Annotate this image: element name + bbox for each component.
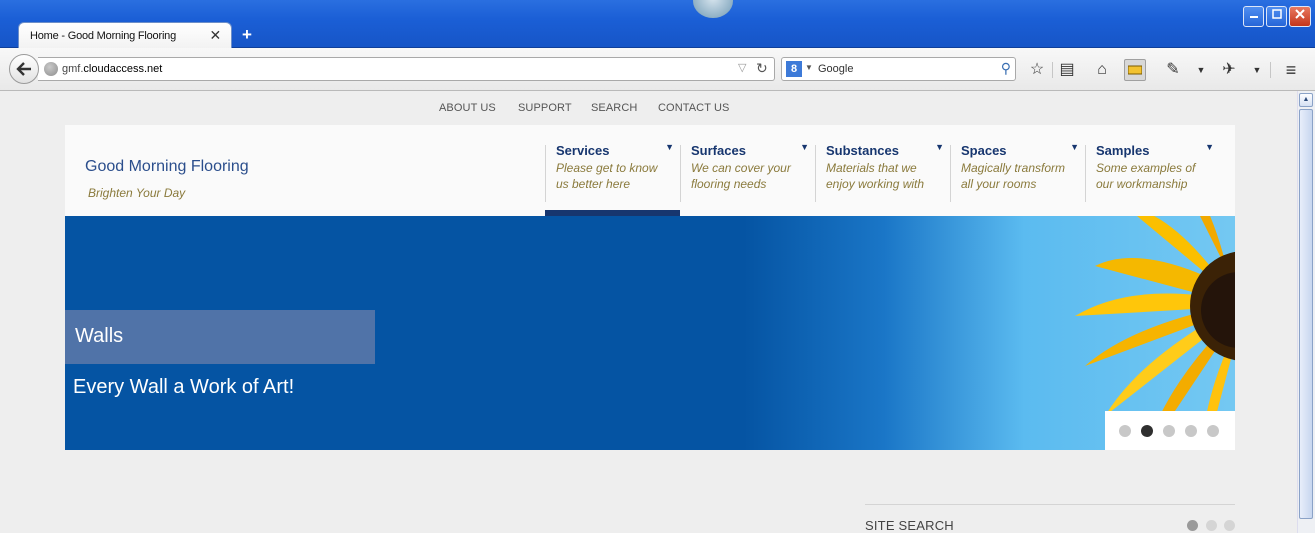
link-search[interactable]: SEARCH <box>591 102 637 114</box>
link-about-us[interactable]: ABOUT US <box>439 102 496 114</box>
nav-subtitle: flooring needs <box>691 177 767 191</box>
dropdown-arrow-icon: ▼ <box>935 142 944 152</box>
site-tagline: Brighten Your Day <box>88 186 186 200</box>
dropdown-icon-2[interactable]: ▼ <box>1246 59 1268 81</box>
minimize-button[interactable] <box>1243 6 1264 27</box>
nav-title: Substances <box>826 143 899 158</box>
sidebar-heading: SITE SEARCH <box>865 518 954 533</box>
maximize-button[interactable] <box>1266 6 1287 27</box>
nav-subtitle: Materials that we <box>826 161 917 175</box>
sidebar-dot-active[interactable] <box>1187 520 1198 531</box>
url-host: cloudaccess.net <box>83 63 163 75</box>
nav-subtitle: Magically transform <box>961 161 1066 175</box>
back-arrow-icon <box>16 62 31 76</box>
slide-dot[interactable] <box>1185 425 1197 437</box>
link-support[interactable]: SUPPORT <box>518 102 572 114</box>
toolbar-separator <box>1052 62 1053 78</box>
google-icon[interactable]: 8 <box>786 61 802 77</box>
url-prefix: gmf. <box>62 63 84 75</box>
maximize-icon <box>1271 9 1282 19</box>
browser-logo-icon <box>693 0 733 18</box>
globe-icon <box>44 62 58 76</box>
nav-item-services[interactable]: Services ▼ Please get to know us better … <box>545 142 680 202</box>
addon-icon[interactable]: ✈ <box>1218 59 1240 81</box>
close-icon <box>1295 9 1305 19</box>
tab-title: Home - Good Morning Flooring <box>30 30 177 42</box>
sidebar-dot[interactable] <box>1206 520 1217 531</box>
nav-title: Spaces <box>961 143 1007 158</box>
scroll-up-icon[interactable]: ▲ <box>1299 93 1313 107</box>
reload-icon[interactable]: ↻ <box>756 60 768 77</box>
nav-subtitle: Please get to know <box>556 161 658 175</box>
close-tab-icon[interactable]: ✕ <box>209 27 221 44</box>
browser-tab[interactable]: Home - Good Morning Flooring ✕ <box>18 22 232 49</box>
page-viewport: ABOUT US SUPPORT SEARCH CONTACT US Good … <box>0 91 1297 533</box>
minimize-icon <box>1249 16 1258 18</box>
bookmark-star-icon[interactable]: ☆ <box>1026 59 1048 81</box>
slide-dot-active[interactable] <box>1141 425 1153 437</box>
scrollbar-thumb[interactable] <box>1299 109 1313 519</box>
divider <box>865 504 1235 505</box>
url-text[interactable]: gmf.cloudaccess.net <box>62 63 162 75</box>
browser-titlebar: Home - Good Morning Flooring ✕ + <box>0 0 1315 49</box>
dropdown-arrow-icon: ▼ <box>800 142 809 152</box>
site-header: Good Morning Flooring Brighten Your Day … <box>65 125 1235 216</box>
nav-title: Surfaces <box>691 143 746 158</box>
nav-subtitle: Some examples of <box>1096 161 1196 175</box>
back-button[interactable] <box>9 54 39 84</box>
close-window-button[interactable] <box>1289 6 1311 27</box>
slide-pager <box>1105 411 1235 450</box>
nav-item-surfaces[interactable]: Surfaces ▼ We can cover your flooring ne… <box>680 142 815 202</box>
slide-dot[interactable] <box>1119 425 1131 437</box>
nav-item-spaces[interactable]: Spaces ▼ Magically transform all your ro… <box>950 142 1085 202</box>
nav-subtitle: all your rooms <box>961 177 1037 191</box>
dropdown-arrow-icon: ▼ <box>1205 142 1214 152</box>
nav-subtitle: enjoy working with <box>826 177 925 191</box>
firebug-icon[interactable] <box>1124 59 1146 81</box>
hero-slideshow[interactable]: Walls Every Wall a Work of Art! <box>65 216 1235 450</box>
slide-dot[interactable] <box>1163 425 1175 437</box>
slide-caption: Every Wall a Work of Art! <box>73 376 295 398</box>
nav-item-substances[interactable]: Substances ▼ Materials that we enjoy wor… <box>815 142 950 202</box>
bookmarks-menu-icon[interactable]: ▤ <box>1056 59 1078 81</box>
search-input[interactable]: Google <box>818 63 853 75</box>
nav-subtitle: We can cover your <box>691 161 791 175</box>
dropdown-arrow-icon: ▼ <box>1070 142 1079 152</box>
address-bar[interactable]: gmf.cloudaccess.net ▽ ↻ <box>38 57 775 81</box>
eyedropper-icon[interactable]: ✎ <box>1162 59 1184 81</box>
nav-subtitle: our workmanship <box>1096 177 1188 191</box>
dropdown-arrow-icon: ▼ <box>665 142 674 152</box>
site-title[interactable]: Good Morning Flooring <box>85 158 249 176</box>
search-icon[interactable]: ⚲ <box>1001 60 1011 77</box>
search-bar[interactable]: 8 ▼ Google ⚲ <box>781 57 1016 81</box>
dropdown-icon[interactable]: ▼ <box>1190 59 1212 81</box>
browser-toolbar: gmf.cloudaccess.net ▽ ↻ 8 ▼ Google ⚲ ☆ ▤… <box>0 48 1315 91</box>
slide-label: Walls <box>65 310 375 364</box>
home-icon[interactable]: ⌂ <box>1091 59 1113 81</box>
sidebar-dot[interactable] <box>1224 520 1235 531</box>
slide-dot[interactable] <box>1207 425 1219 437</box>
link-contact-us[interactable]: CONTACT US <box>658 102 730 114</box>
new-tab-button[interactable]: + <box>242 25 252 45</box>
nav-title: Samples <box>1096 143 1150 158</box>
search-engine-dropdown-icon[interactable]: ▼ <box>805 63 813 72</box>
screen-ruler-icon <box>1127 65 1143 75</box>
nav-title: Services <box>556 143 610 158</box>
menu-icon[interactable]: ≡ <box>1280 59 1302 81</box>
nav-subtitle: us better here <box>556 177 631 191</box>
toolbar-separator-2 <box>1270 62 1271 78</box>
url-dropdown-icon[interactable]: ▽ <box>738 61 746 74</box>
nav-item-samples[interactable]: Samples ▼ Some examples of our workmansh… <box>1085 142 1220 202</box>
